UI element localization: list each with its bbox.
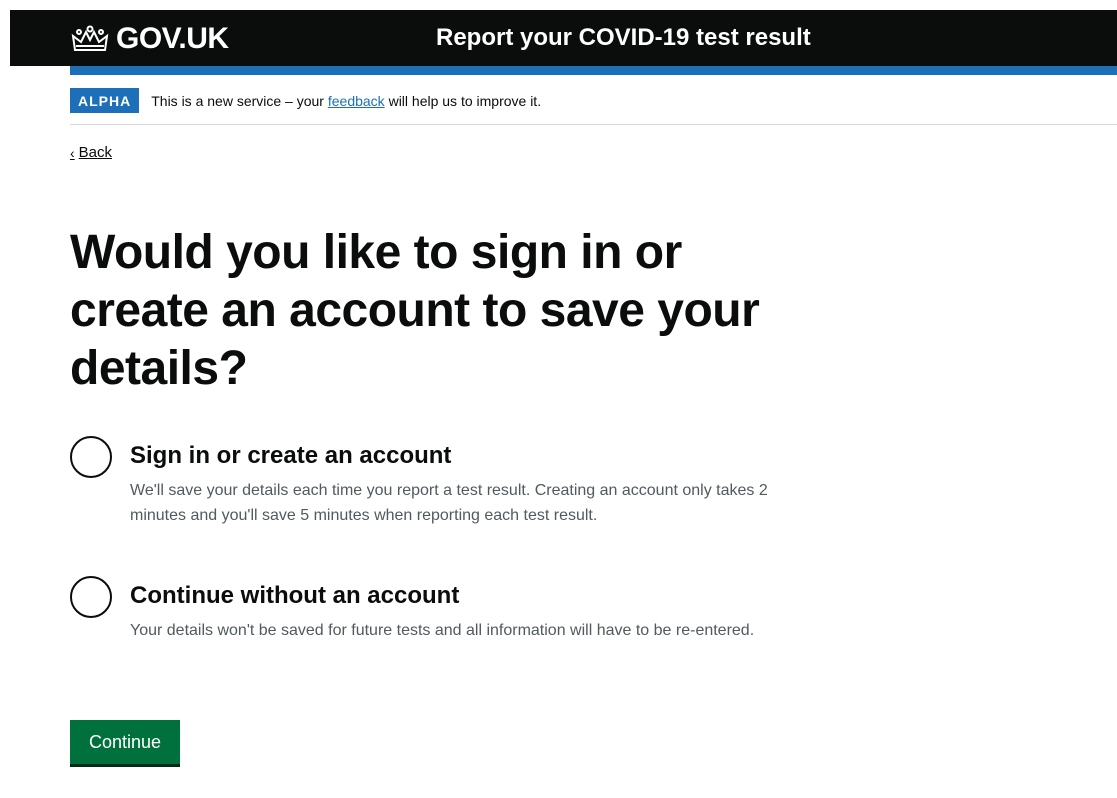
radio-body: Continue without an account Your details… bbox=[130, 576, 770, 643]
radio-label-sign-in[interactable]: Sign in or create an account bbox=[130, 438, 770, 474]
radio-option-continue-without-account[interactable]: Continue without an account Your details… bbox=[70, 576, 770, 643]
phase-text-after: will help us to improve it. bbox=[384, 92, 542, 109]
radio-hint-sign-in: We'll save your details each time you re… bbox=[130, 482, 768, 524]
radio-button-sign-in[interactable] bbox=[70, 436, 112, 478]
page-title: Would you like to sign in or create an a… bbox=[70, 226, 760, 395]
radio-label-continue-without-account[interactable]: Continue without an account bbox=[130, 578, 770, 614]
back-link[interactable]: ‹ Back bbox=[70, 144, 112, 161]
phase-tag: ALPHA bbox=[70, 88, 140, 113]
radio-option-sign-in[interactable]: Sign in or create an account We'll save … bbox=[70, 436, 770, 528]
radio-button-continue-without-account[interactable] bbox=[70, 576, 112, 618]
feedback-link[interactable]: feedback bbox=[328, 93, 385, 109]
phase-banner: ALPHA This is a new service – your feedb… bbox=[70, 88, 1117, 113]
service-name-link[interactable]: Report your COVID-19 test result bbox=[436, 24, 811, 52]
radio-hint-continue-without-account: Your details won't be saved for future t… bbox=[130, 622, 755, 639]
phase-text: This is a new service – your feedback wi… bbox=[151, 93, 541, 109]
govuk-logo-link[interactable]: GOV.UK bbox=[70, 22, 229, 56]
continue-button[interactable]: Continue bbox=[70, 720, 180, 764]
chevron-left-icon: ‹ bbox=[70, 144, 75, 161]
phase-text-before: This is a new service – your bbox=[151, 92, 328, 109]
phase-divider bbox=[70, 124, 1117, 125]
radio-body: Sign in or create an account We'll save … bbox=[130, 436, 770, 528]
back-link-label: Back bbox=[78, 144, 113, 161]
crown-icon bbox=[71, 25, 109, 51]
header-blue-bar bbox=[70, 66, 1117, 75]
logo-text: GOV.UK bbox=[116, 22, 229, 55]
